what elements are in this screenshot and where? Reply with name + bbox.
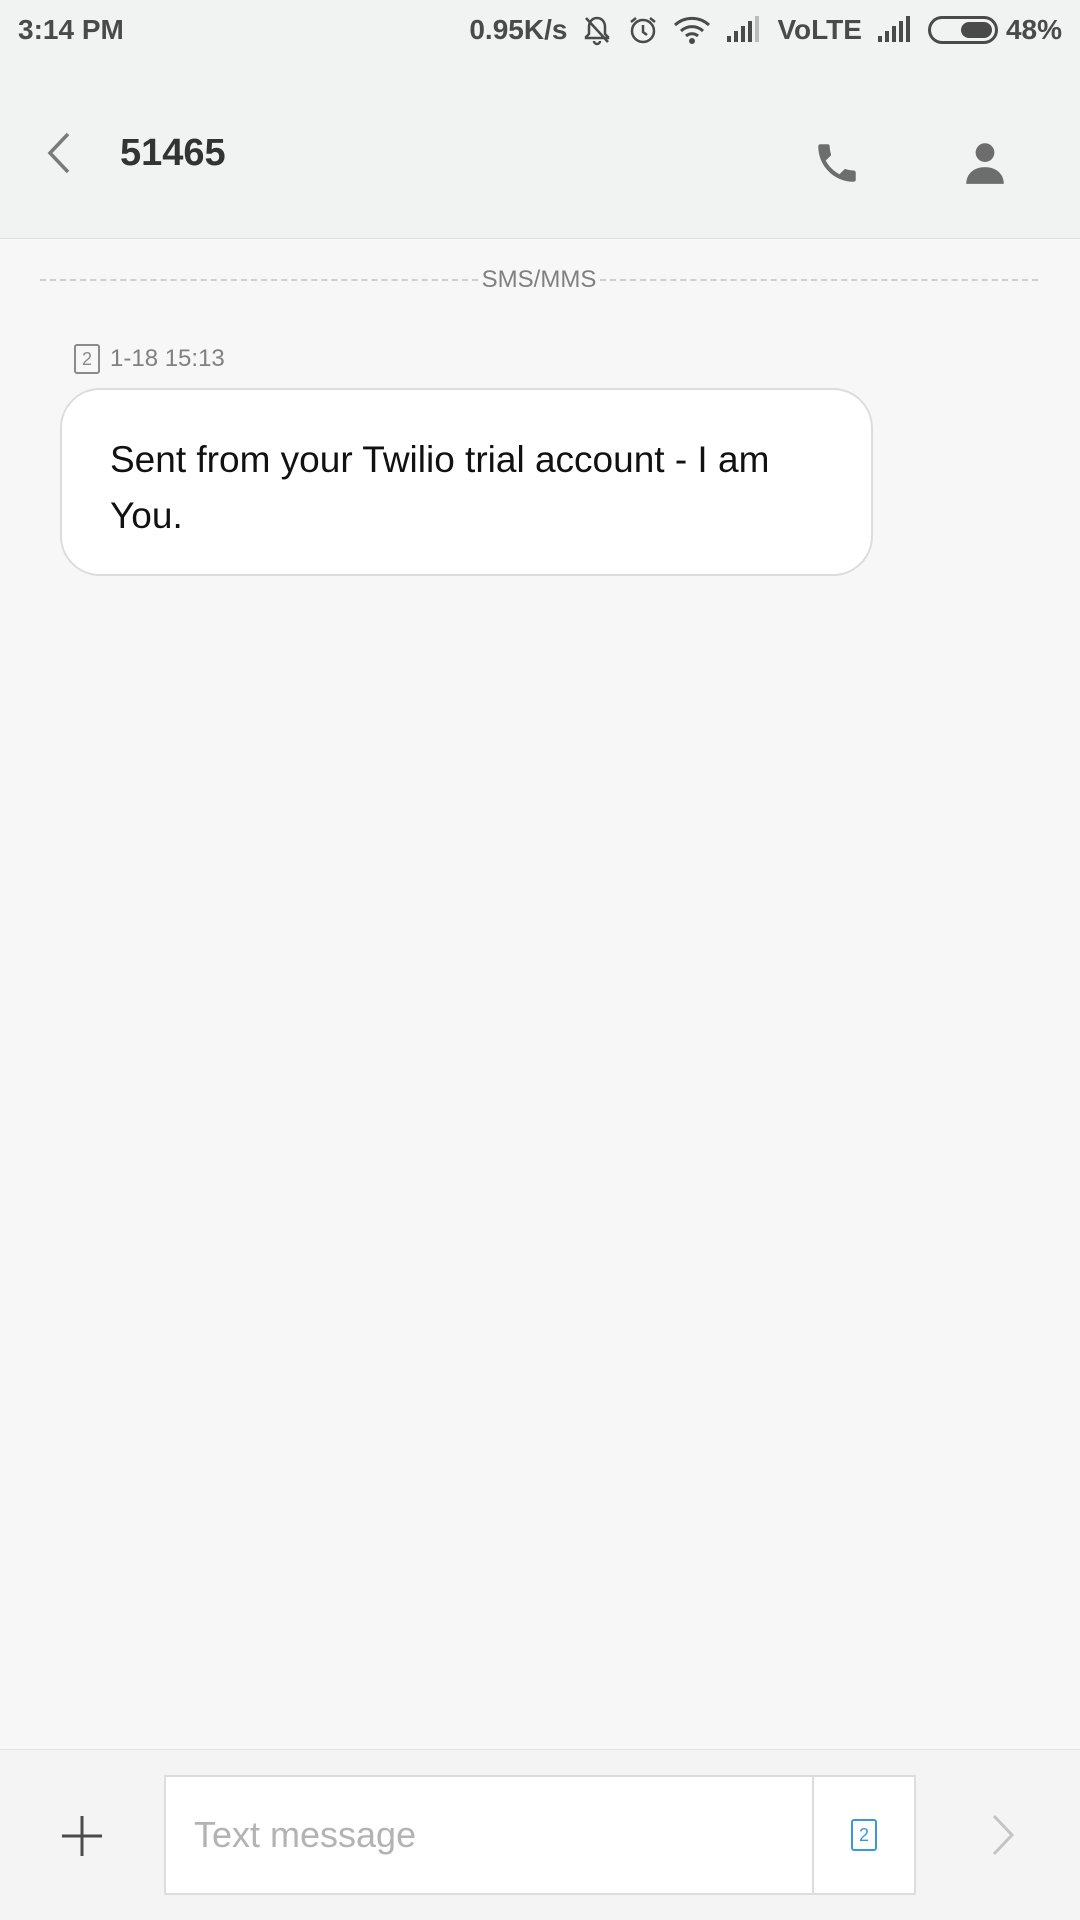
phone-icon [818, 144, 856, 182]
sim-card-icon: 2 [74, 344, 100, 374]
battery-indicator: 48% [927, 14, 1062, 46]
sim-card-icon: 2 [851, 1819, 877, 1851]
send-arrow-icon [992, 1814, 1015, 1856]
network-speed: 0.95K/s [469, 14, 568, 45]
conversation-header: 51465 [0, 60, 1080, 239]
battery-icon [927, 16, 998, 44]
status-time: 3:14 PM [18, 14, 124, 45]
person-icon [966, 143, 1004, 184]
volte-label: VoLTE [777, 14, 862, 45]
contact-profile-button[interactable] [960, 138, 1010, 188]
divider-line [600, 279, 1039, 281]
alarm-clock-icon [627, 14, 659, 46]
battery-percent: 48% [1005, 14, 1062, 45]
attach-button[interactable] [58, 1812, 106, 1860]
signal-bars-icon [876, 16, 914, 44]
channel-divider: SMS/MMS [40, 262, 1039, 298]
mute-bell-icon [581, 14, 613, 46]
sim-select-button[interactable]: 2 [812, 1777, 914, 1893]
message-meta: 2 1-18 15:13 [74, 344, 225, 374]
call-button[interactable] [812, 138, 862, 188]
wifi-icon [673, 15, 711, 45]
signal-bars-icon [725, 16, 763, 44]
battery-fill [961, 22, 992, 38]
messaging-screen: 3:14 PM 0.95K/s VoLTE 48% 51465 SMS/MMS … [0, 0, 1080, 1920]
message-input-container: 2 [164, 1775, 916, 1895]
message-composer: 2 [0, 1749, 1080, 1920]
status-indicators: 0.95K/s VoLTE 48% [469, 14, 1062, 46]
back-button[interactable] [40, 128, 80, 178]
send-button[interactable] [982, 1810, 1022, 1860]
divider-line [40, 279, 478, 281]
contact-title: 51465 [120, 132, 226, 174]
message-timestamp: 1-18 15:13 [110, 345, 225, 372]
status-bar: 3:14 PM 0.95K/s VoLTE 48% [0, 0, 1080, 60]
message-input[interactable] [166, 1777, 812, 1893]
channel-label: SMS/MMS [481, 266, 597, 293]
plus-icon [62, 1816, 102, 1856]
back-arrow-icon [47, 132, 70, 174]
message-bubble[interactable]: Sent from your Twilio trial account - I … [60, 388, 873, 576]
